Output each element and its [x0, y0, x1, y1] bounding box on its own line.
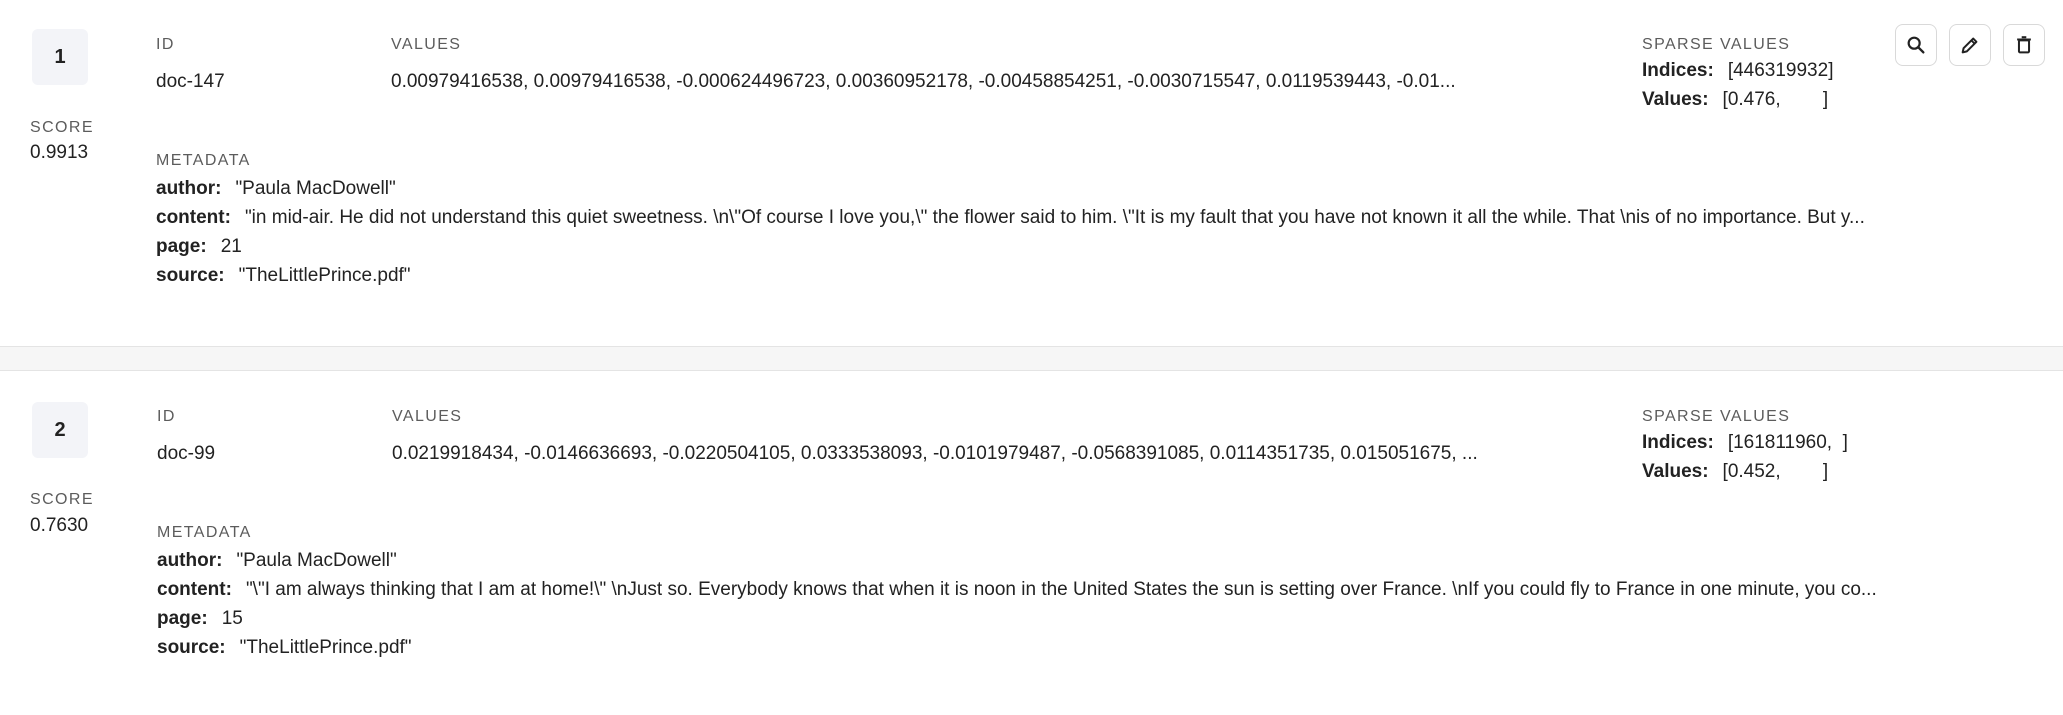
metadata-value: "\"I am always thinking that I am at hom… — [245, 579, 1877, 600]
sparse-indices-value: [161811960, ] — [1727, 432, 1848, 453]
metadata-value: "TheLittlePrince.pdf" — [239, 637, 412, 658]
sparse-indices-key: Indices: — [1642, 60, 1714, 81]
id-label: ID — [157, 408, 176, 425]
score-label: SCORE — [30, 119, 94, 136]
edit-button[interactable] — [1949, 24, 1991, 66]
metadata-label: METADATA — [156, 152, 251, 169]
id-value: doc-99 — [157, 443, 216, 464]
metadata-value: "TheLittlePrince.pdf" — [238, 265, 411, 286]
sparse-values-label: SPARSE VALUES — [1642, 36, 1791, 53]
values-label: VALUES — [391, 36, 462, 53]
sparse-indices: Indices: [161811960, ] — [1642, 432, 1848, 454]
delete-button[interactable] — [2003, 24, 2045, 66]
metadata-key: author: — [157, 550, 223, 571]
metadata-key: page: — [156, 236, 207, 257]
metadata-key: author: — [156, 178, 222, 199]
values-text: 0.00979416538, 0.00979416538, -0.0006244… — [391, 71, 1456, 92]
result-divider — [0, 346, 2063, 371]
metadata-key: page: — [157, 608, 208, 629]
metadata-value: "Paula MacDowell" — [235, 178, 396, 199]
id-label: ID — [156, 36, 175, 53]
metadata-key: source: — [156, 265, 225, 286]
result-card: 2 SCORE 0.7630 ID doc-99 VALUES 0.021991… — [0, 371, 2063, 715]
metadata-content: content: "\"I am always thinking that I a… — [157, 579, 2013, 601]
sparse-indices-key: Indices: — [1642, 432, 1714, 453]
metadata-author: author: "Paula MacDowell" — [156, 178, 2012, 200]
metadata-value: 15 — [221, 608, 243, 629]
metadata-key: content: — [157, 579, 232, 600]
sparse-values-key: Values: — [1642, 461, 1709, 482]
sparse-values-value: [0.476, ] — [1722, 89, 1829, 110]
metadata-key: content: — [156, 207, 231, 228]
values-label: VALUES — [392, 408, 463, 425]
metadata-value: 21 — [220, 236, 242, 257]
search-icon — [1907, 36, 1925, 54]
metadata-label: METADATA — [157, 524, 252, 541]
score-value: 0.7630 — [30, 515, 89, 536]
metadata-content: content: "in mid-air. He did not understa… — [156, 207, 2012, 229]
metadata-source: source: "TheLittlePrince.pdf" — [157, 637, 2013, 659]
score-value: 0.9913 — [30, 142, 89, 163]
trash-icon — [2017, 36, 2031, 54]
sparse-values-key: Values: — [1642, 89, 1709, 110]
query-button[interactable] — [1895, 24, 1937, 66]
score-label: SCORE — [30, 491, 94, 508]
sparse-values-label: SPARSE VALUES — [1642, 408, 1791, 425]
row-actions — [1895, 24, 2045, 66]
metadata-value: "in mid-air. He did not understand this … — [244, 207, 1865, 228]
sparse-values: Values: [0.476, ] — [1642, 89, 1828, 111]
result-card: 1 SCORE 0.9913 ID doc-147 VALUES 0.00979… — [0, 0, 2063, 346]
metadata-author: author: "Paula MacDowell" — [157, 550, 2013, 572]
sparse-values-value: [0.452, ] — [1722, 461, 1829, 482]
rank-badge: 2 — [32, 402, 88, 458]
rank-badge: 1 — [32, 29, 88, 85]
metadata-page: page: 21 — [156, 236, 2012, 258]
metadata-source: source: "TheLittlePrince.pdf" — [156, 265, 2012, 287]
values-text: 0.0219918434, -0.0146636693, -0.02205041… — [392, 443, 1478, 464]
pencil-icon — [1961, 37, 1978, 54]
sparse-indices-value: [446319932] — [1727, 60, 1834, 81]
metadata-value: "Paula MacDowell" — [236, 550, 397, 571]
sparse-values: Values: [0.452, ] — [1642, 461, 1828, 483]
metadata-page: page: 15 — [157, 608, 2013, 630]
id-value: doc-147 — [156, 71, 225, 92]
sparse-indices: Indices: [446319932] — [1642, 60, 1833, 82]
metadata-key: source: — [157, 637, 226, 658]
